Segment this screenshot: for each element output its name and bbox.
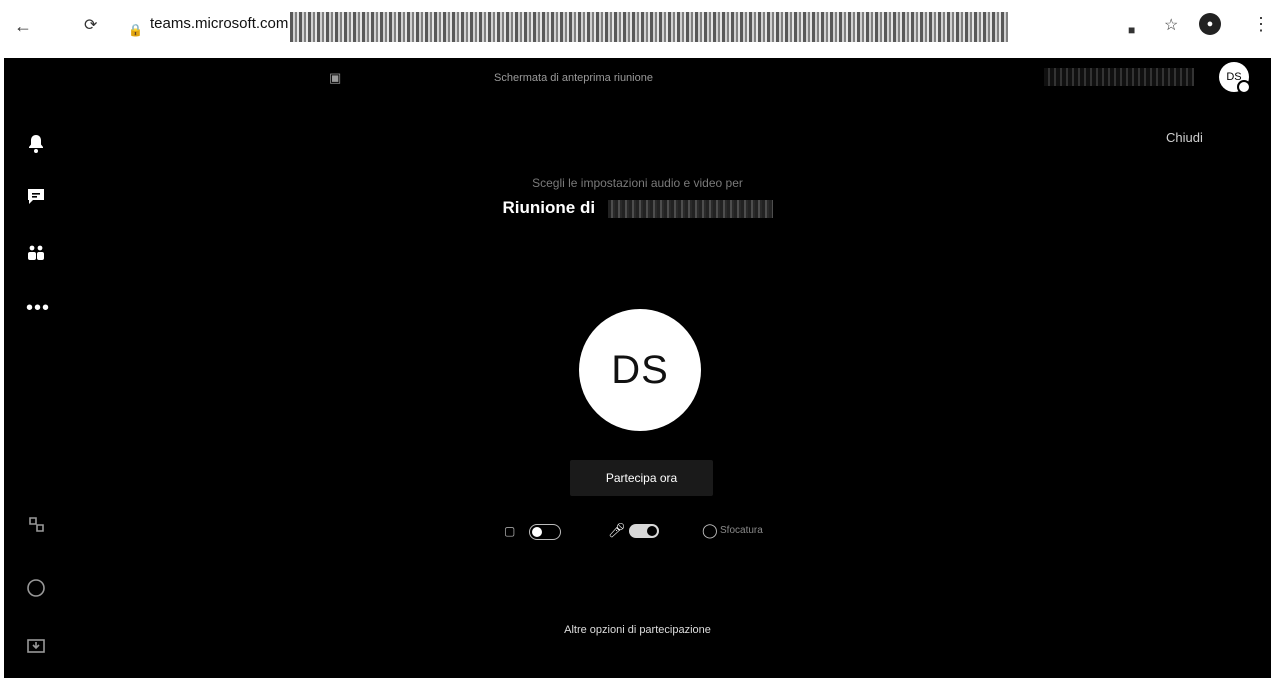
other-join-options-link[interactable]: Altre opzioni di partecipazione [4,623,1271,637]
address-bar[interactable]: teams.microsoft.com [150,15,288,32]
profile-icon[interactable]: ● [1199,13,1221,35]
blur-label[interactable]: Sfocatura [720,525,763,536]
star-icon[interactable]: ☆ [1164,14,1178,38]
join-now-button[interactable]: Partecipa ora [570,460,713,496]
teams-icon[interactable] [24,241,48,265]
camera-icon: ▢ [504,524,516,538]
screen-icon: ▣ [329,70,342,85]
meeting-name-redaction [607,199,773,218]
download-icon[interactable] [24,634,48,658]
user-avatar[interactable]: DS [1219,62,1251,94]
kebab-icon[interactable]: ⋮ [1252,12,1270,36]
meeting-title: Riunione di [502,198,596,217]
meeting-subtitle: Scegli le impostazioni audio e video per [532,176,743,190]
back-arrow-icon[interactable]: ← [14,14,32,38]
reload-icon[interactable]: ⟳ [84,14,97,38]
window-title: Schermata di anteprima riunione [494,72,653,84]
close-button[interactable]: Chiudi [1154,124,1215,151]
mic-toggle-knob [647,526,657,536]
mic-icon: 🎤︎ [608,522,626,538]
extension-icon[interactable]: ■ [1128,18,1135,42]
mic-toggle[interactable] [629,524,659,538]
lock-icon[interactable]: 🔒 [128,18,143,42]
help-icon[interactable] [24,576,48,600]
app-title-bar: ▣ Schermata di anteprima riunione DS [4,58,1271,98]
teams-app: ▣ Schermata di anteprima riunione DS •••… [4,58,1271,678]
browser-toolbar: ← ⟳ 🔒 teams.microsoft.com ■ ☆ ● ⋮ [0,0,1277,55]
url-redaction [290,12,1008,42]
header-redaction [1044,68,1194,86]
meeting-title-row: Riunione di [4,198,1271,218]
more-icon[interactable]: ••• [26,298,50,327]
camera-toggle-knob [532,527,542,537]
camera-toggle[interactable] [529,524,561,540]
blur-icon[interactable]: ◯ [702,522,718,539]
av-controls: ▢ 🎤︎ ◯ Sfocatura [4,521,1271,545]
preview-avatar: DS [579,309,701,431]
presence-status [1237,80,1251,94]
bell-icon[interactable] [24,132,48,156]
